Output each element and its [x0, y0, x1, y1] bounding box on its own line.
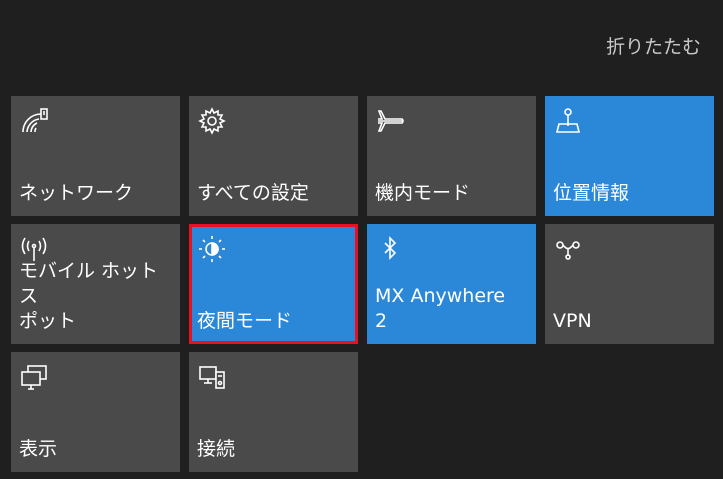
tile-display[interactable]: 表示 — [11, 352, 180, 472]
tile-label: 位置情報 — [553, 182, 630, 204]
tile-label: VPN — [553, 310, 592, 332]
bluetooth-icon — [375, 234, 405, 264]
tile-label: モバイル ホットス ポット — [19, 260, 159, 332]
collapse-button[interactable]: 折りたたむ — [606, 32, 701, 59]
night-light-icon — [197, 234, 227, 264]
wifi-icon — [19, 106, 49, 136]
location-icon — [553, 106, 583, 136]
display-icon — [19, 362, 49, 392]
tile-label: MX Anywhere 2 — [375, 285, 506, 332]
tile-connect[interactable]: 接続 — [189, 352, 358, 472]
tile-label: 夜間モード — [197, 310, 293, 332]
tile-all-settings[interactable]: すべての設定 — [189, 96, 358, 216]
tile-bluetooth-device[interactable]: MX Anywhere 2 — [367, 224, 536, 344]
tile-label: 表示 — [19, 438, 58, 460]
connect-icon — [197, 362, 227, 392]
tile-label: 機内モード — [375, 182, 471, 204]
vpn-icon — [553, 234, 583, 264]
tile-airplane-mode[interactable]: 機内モード — [367, 96, 536, 216]
tile-label: すべての設定 — [197, 182, 309, 204]
tile-label: ネットワーク — [19, 182, 134, 204]
tile-mobile-hotspot[interactable]: モバイル ホットス ポット — [11, 224, 180, 344]
tile-location[interactable]: 位置情報 — [545, 96, 714, 216]
gear-icon — [197, 106, 227, 136]
airplane-icon — [375, 106, 405, 136]
tile-night-light[interactable]: 夜間モード — [189, 224, 358, 344]
tile-vpn[interactable]: VPN — [545, 224, 714, 344]
tile-label: 接続 — [197, 438, 236, 460]
tile-network[interactable]: ネットワーク — [11, 96, 180, 216]
